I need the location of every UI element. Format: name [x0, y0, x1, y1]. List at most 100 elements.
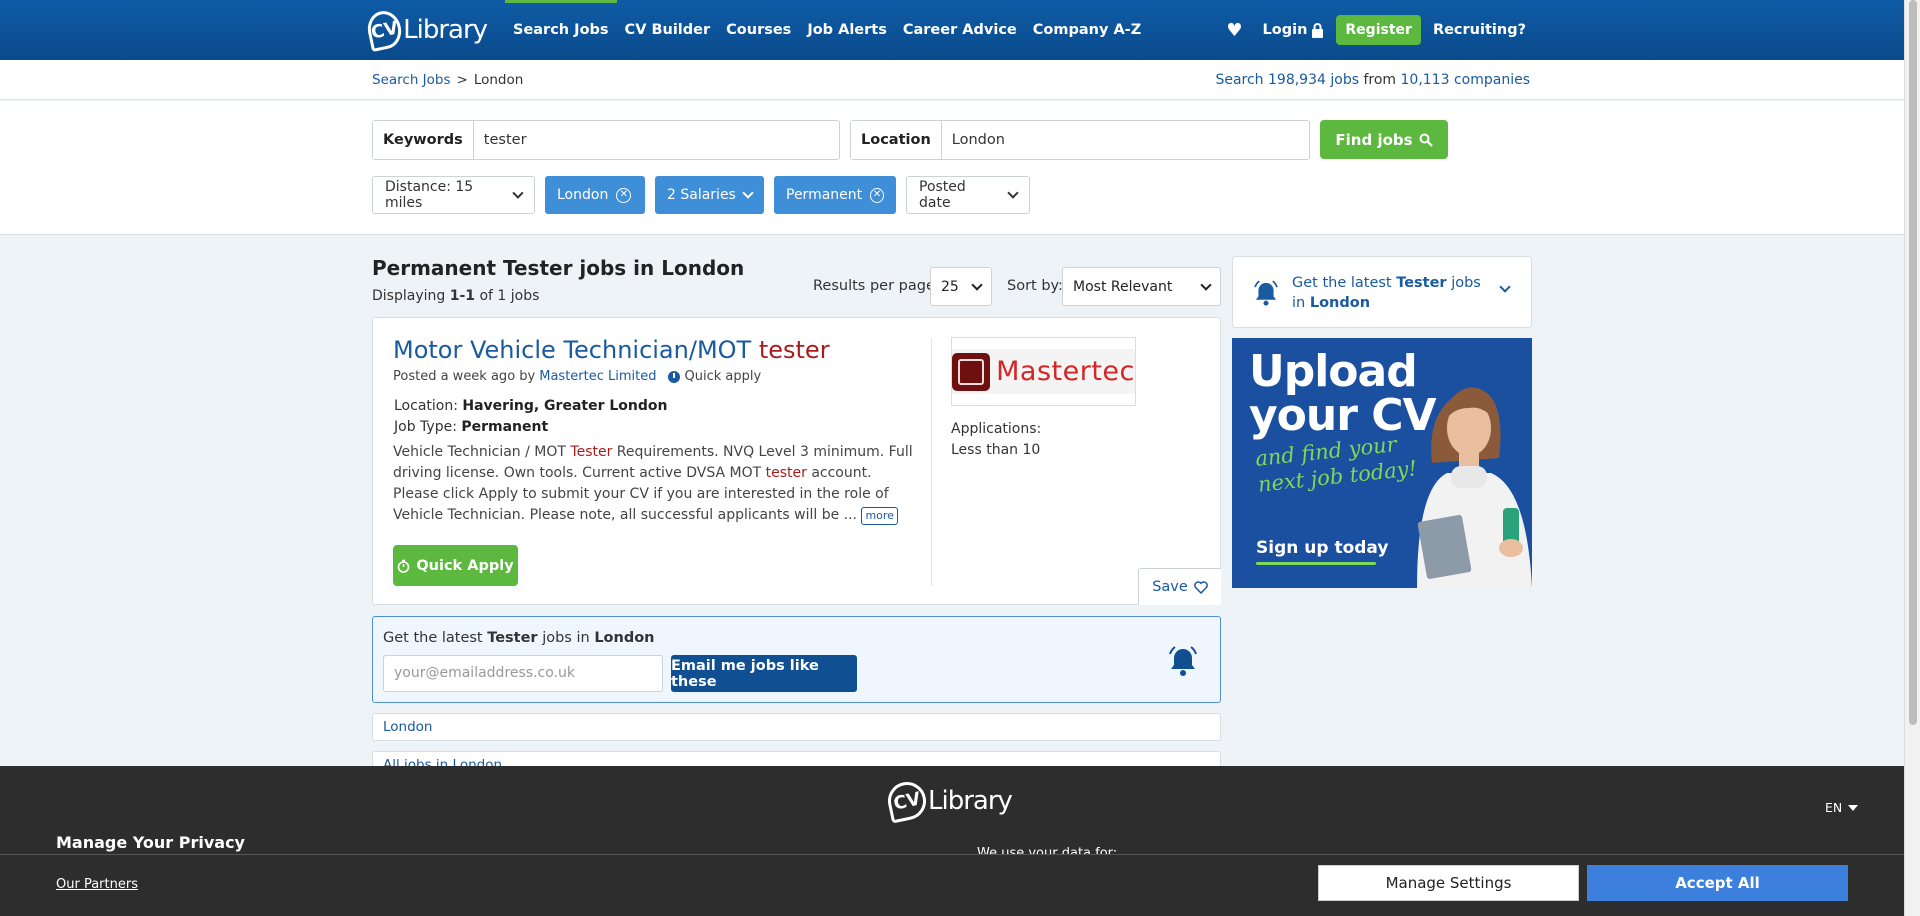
- side-job-alert[interactable]: Get the latest Tester jobs in London: [1232, 256, 1532, 328]
- nav-courses[interactable]: Courses: [718, 0, 799, 60]
- clock-icon: [668, 370, 681, 383]
- nav-search-jobs[interactable]: Search Jobs: [505, 0, 617, 60]
- job-card: Motor Vehicle Technician/MOT tester Post…: [372, 317, 1221, 605]
- job-title-link[interactable]: Motor Vehicle Technician/MOT tester: [393, 336, 830, 364]
- salaries-filter-label: 2 Salaries: [667, 187, 736, 203]
- quick-apply-tag-label: Quick apply: [684, 369, 762, 384]
- our-partners-link[interactable]: Our Partners: [56, 877, 138, 892]
- job-alert-prefix: Get the latest: [383, 630, 483, 646]
- job-location-label: Location:: [394, 398, 458, 414]
- heart-outline-icon: [1194, 580, 1208, 594]
- cv-library-logo[interactable]: CV Library: [364, 7, 488, 53]
- privacy-logo-library-text: Library: [928, 786, 1013, 816]
- language-value: EN: [1825, 800, 1843, 815]
- posted-date-filter[interactable]: Posted date: [906, 176, 1030, 214]
- stats-jobs-word[interactable]: jobs: [1330, 72, 1359, 88]
- salaries-filter[interactable]: 2 Salaries: [655, 176, 764, 214]
- upload-cv-advert[interactable]: Upload your CV and find your next job to…: [1232, 338, 1532, 588]
- side-alert-location: London: [1309, 295, 1371, 311]
- mastertec-logo: Mastertec: [952, 349, 1135, 394]
- breadcrumb: Search Jobs > London: [372, 72, 523, 88]
- nav-career-advice[interactable]: Career Advice: [895, 0, 1025, 60]
- login-label: Login: [1262, 22, 1308, 38]
- results-title: Permanent Tester jobs in London: [372, 256, 745, 280]
- job-location: Location: Havering, Greater London: [394, 398, 667, 414]
- side-alert-keyword: Tester: [1396, 275, 1447, 291]
- job-location-value: Havering, Greater London: [462, 398, 668, 414]
- find-jobs-button[interactable]: Find jobs: [1320, 120, 1448, 159]
- sort-by-select[interactable]: Most Relevant: [1062, 267, 1221, 306]
- breadcrumb-current: London: [473, 72, 524, 88]
- bell-alert-icon: [1169, 646, 1197, 676]
- login-link[interactable]: Login: [1263, 22, 1325, 38]
- save-job-button[interactable]: Save: [1138, 568, 1221, 605]
- bell-alert-icon: [1254, 280, 1278, 306]
- job-type-value: Permanent: [461, 419, 549, 435]
- saved-jobs-heart-icon[interactable]: ♥: [1226, 20, 1242, 41]
- page-scrollbar[interactable]: [1904, 0, 1920, 916]
- breadcrumb-separator: >: [456, 72, 468, 88]
- desc-highlight-1: Tester: [570, 444, 613, 460]
- desc-highlight-2: tester: [765, 465, 807, 481]
- recruiting-link[interactable]: Recruiting?: [1433, 22, 1526, 38]
- keywords-input[interactable]: tester: [474, 121, 839, 159]
- remove-location-icon[interactable]: ✕: [616, 187, 632, 203]
- sort-by-value: Most Relevant: [1073, 278, 1173, 295]
- save-label: Save: [1152, 579, 1188, 595]
- mastertec-logo-text: Mastertec: [996, 356, 1135, 387]
- privacy-logo-cv-mark: CV: [884, 778, 930, 824]
- permanent-chip[interactable]: Permanent ✕: [774, 176, 896, 214]
- results-displaying: Displaying: [372, 288, 446, 304]
- location-field[interactable]: Location London: [850, 120, 1310, 160]
- manage-settings-button[interactable]: Manage Settings: [1318, 865, 1579, 901]
- permanent-chip-label: Permanent: [786, 187, 863, 203]
- results-per-page-select[interactable]: 25: [930, 267, 992, 306]
- scrollbar-thumb[interactable]: [1909, 0, 1917, 725]
- related-link-london[interactable]: London: [372, 713, 1221, 741]
- nav-account: ♥ Login Register Recruiting?: [1226, 0, 1526, 60]
- nav-company-a-z[interactable]: Company A-Z: [1025, 0, 1149, 60]
- more-button[interactable]: more: [861, 507, 898, 525]
- location-label: Location: [851, 121, 942, 159]
- results-per-page-value: 25: [941, 278, 959, 295]
- job-type: Job Type: Permanent: [394, 419, 548, 435]
- location-chip[interactable]: London ✕: [545, 176, 645, 214]
- desc-part-1: Vehicle Technician / MOT: [393, 444, 571, 460]
- distance-filter[interactable]: Distance: 15 miles: [372, 176, 535, 214]
- applications-value: Less than 10: [951, 442, 1041, 458]
- job-alert-box: Get the latest Tester jobs in London you…: [372, 616, 1221, 703]
- nav-cv-builder[interactable]: CV Builder: [617, 0, 719, 60]
- job-alert-location: London: [594, 630, 655, 646]
- keywords-label: Keywords: [373, 121, 474, 159]
- language-selector[interactable]: EN: [1825, 800, 1859, 815]
- email-input[interactable]: your@emailaddress.co.uk: [383, 655, 663, 692]
- ad-woman-illustration: [1417, 387, 1532, 588]
- job-title-main: Motor Vehicle Technician/MOT: [393, 336, 752, 364]
- stats-search-prefix[interactable]: Search: [1215, 72, 1263, 88]
- email-me-jobs-button[interactable]: Email me jobs like these: [671, 655, 857, 692]
- location-input[interactable]: London: [942, 121, 1309, 159]
- mastertec-logo-icon: [952, 352, 991, 391]
- stats-jobs-count[interactable]: 198,934: [1268, 72, 1326, 88]
- quick-apply-button[interactable]: Quick Apply: [393, 545, 518, 586]
- chevron-down-icon: [971, 278, 983, 291]
- job-alert-mid: jobs in: [542, 630, 590, 646]
- caret-down-icon: [1848, 804, 1859, 811]
- register-button[interactable]: Register: [1336, 15, 1421, 45]
- keywords-field[interactable]: Keywords tester: [372, 120, 840, 160]
- logo-cv-mark: CV: [364, 7, 405, 53]
- job-title-highlight: tester: [758, 336, 830, 364]
- company-logo[interactable]: Mastertec: [951, 337, 1136, 406]
- company-link[interactable]: Mastertec Limited: [539, 369, 656, 384]
- card-divider: [931, 338, 932, 586]
- stats-companies-count[interactable]: 10,113: [1401, 72, 1450, 88]
- distance-filter-label: Distance: 15 miles: [385, 179, 474, 211]
- remove-permanent-icon[interactable]: ✕: [870, 187, 884, 203]
- accept-all-button[interactable]: Accept All: [1587, 865, 1848, 901]
- sort-by-label: Sort by:: [1007, 278, 1063, 294]
- main-nav: Search Jobs CV Builder Courses Job Alert…: [505, 0, 1149, 60]
- privacy-actions: Our Partners Manage Settings Accept All: [0, 854, 1904, 916]
- nav-job-alerts[interactable]: Job Alerts: [799, 0, 895, 60]
- breadcrumb-search-jobs[interactable]: Search Jobs: [372, 72, 451, 88]
- stats-companies-word[interactable]: companies: [1454, 72, 1530, 88]
